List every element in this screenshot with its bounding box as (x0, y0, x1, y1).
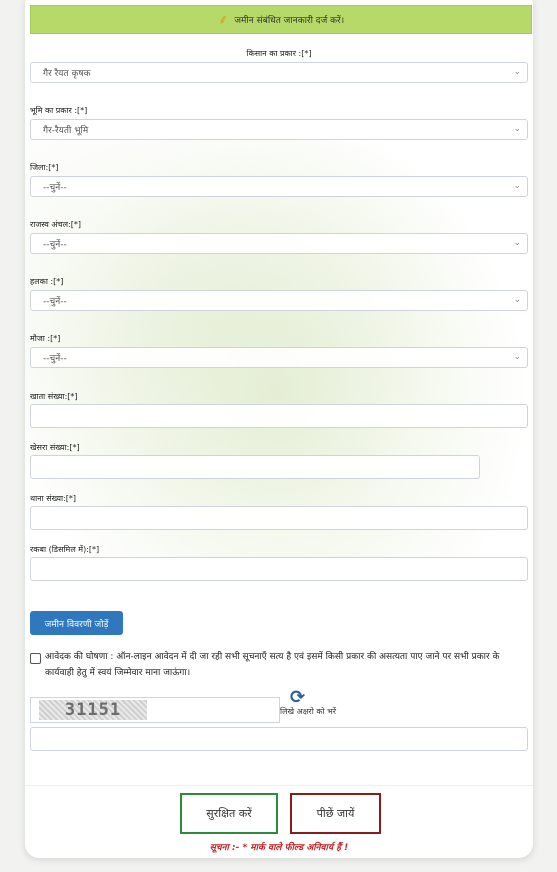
halka-label: हलका :[*] (30, 277, 64, 286)
banner-title: जमीन संबंधित जानकारी दर्ज करें। (234, 16, 345, 26)
district-label: जिला:[*] (30, 163, 59, 172)
chevron-down-icon: ⌄ (513, 124, 521, 134)
mauza-value: --चुनें-- (43, 354, 67, 364)
land-type-value: गैर-रैयती भूमि (43, 126, 89, 136)
captcha-hint: लिखे अक्षरो को भरें (280, 707, 336, 716)
captcha-image: 31151 (39, 700, 147, 720)
circle-label: राजस्व अंचल:[*] (30, 220, 81, 229)
rakwa-label: रकबा (डिसमिल में):[*] (30, 545, 100, 554)
save-button[interactable]: सुरक्षित करें (180, 793, 278, 834)
chevron-down-icon: ⌄ (513, 238, 521, 248)
chevron-down-icon: ⌄ (513, 295, 521, 305)
farmer-type-label: किसान का प्रकार :[*] (246, 49, 312, 58)
farmer-type-value: गैर रैयत कृषक (43, 69, 91, 79)
declaration-text: आवेदक की घोषणा : ऑन-लाइन आवेदन में दी जा… (45, 652, 500, 678)
wheat-icon: ⸙ (217, 12, 229, 28)
form-card: ⸙ जमीन संबंधित जानकारी दर्ज करें। किसान … (25, 0, 533, 858)
captcha-box: 31151 (30, 697, 280, 723)
declaration-checkbox[interactable] (30, 653, 41, 664)
required-fields-notice: सूचना :- * मार्क वाले फील्ड अनिवार्य हैं… (209, 843, 349, 853)
khata-number-input[interactable] (30, 404, 528, 428)
district-select[interactable]: --चुनें-- ⌄ (30, 176, 528, 197)
rakwa-input[interactable] (30, 557, 528, 581)
refresh-captcha-icon[interactable]: ⟳ (290, 687, 305, 708)
halka-value: --चुनें-- (43, 297, 67, 307)
chevron-down-icon: ⌄ (513, 181, 521, 191)
mauza-select[interactable]: --चुनें-- ⌄ (30, 347, 528, 368)
circle-select[interactable]: --चुनें-- ⌄ (30, 233, 528, 254)
land-type-select[interactable]: गैर-रैयती भूमि ⌄ (30, 119, 528, 140)
divider (25, 785, 533, 786)
add-land-details-button[interactable]: जमीन विवरणी जोड़ें (30, 611, 123, 635)
farmer-type-select[interactable]: गैर रैयत कृषक ⌄ (30, 62, 528, 83)
halka-select[interactable]: --चुनें-- ⌄ (30, 290, 528, 311)
khata-label: खाता संख्या:[*] (30, 392, 78, 401)
district-value: --चुनें-- (43, 183, 67, 193)
section-banner: ⸙ जमीन संबंधित जानकारी दर्ज करें। (30, 5, 532, 34)
circle-value: --चुनें-- (43, 240, 67, 250)
land-type-label: भूमि का प्रकार :[*] (30, 106, 88, 115)
khesra-number-input[interactable] (30, 455, 480, 479)
mauza-label: मौजा :[*] (30, 334, 61, 343)
captcha-input[interactable] (30, 727, 528, 751)
chevron-down-icon: ⌄ (513, 67, 521, 77)
back-button[interactable]: पीछें जायें (290, 793, 381, 834)
khesra-label: खेसरा संख्या:[*] (30, 443, 80, 452)
thana-number-input[interactable] (30, 506, 528, 530)
thana-label: थाना संख्या:[*] (30, 494, 76, 503)
chevron-down-icon: ⌄ (513, 352, 521, 362)
